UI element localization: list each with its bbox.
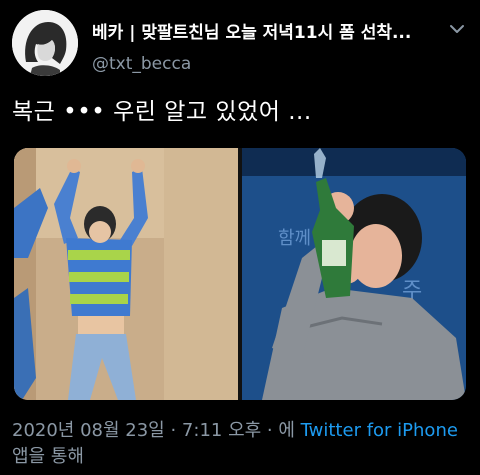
tweet-date[interactable]: 2020년 08월 23일 [12,420,165,441]
meta-separator: · [164,420,182,441]
user-handle[interactable]: @txt_becca [92,54,191,74]
tweet: 베카 | 맞팔트친님 오늘 저녁11시 폼 선착... @txt_becca 복… [0,0,480,475]
via-prefix: · 에 [261,420,301,441]
display-name[interactable]: 베카 | 맞팔트친님 오늘 저녁11시 폼 선착... [92,18,437,43]
avatar-portrait-icon [12,10,78,76]
tweet-time[interactable]: 7:11 오후 [182,420,261,441]
photo-woman-bottle[interactable]: 함께 주 [242,148,466,400]
photo-dancer[interactable] [14,148,238,400]
woman-bottle-photo-image: 함께 주 [242,148,466,400]
source-link[interactable]: Twitter for iPhone [301,420,458,441]
media-grid: 함께 주 [14,148,466,400]
chevron-down-icon [450,25,464,33]
more-menu-button[interactable] [446,18,468,40]
dancer-photo-image [14,148,238,400]
tweet-text: 복근 ••• 우린 알고 있었어 ... [12,99,312,125]
tweet-meta: 2020년 08월 23일 · 7:11 오후 · 에 Twitter for … [12,418,468,470]
avatar[interactable] [12,10,78,76]
via-suffix: 앱을 통해 [12,446,84,467]
svg-text:함께: 함께 [278,228,311,249]
tweet-header: 베카 | 맞팔트친님 오늘 저녁11시 폼 선착... @txt_becca [12,10,468,76]
